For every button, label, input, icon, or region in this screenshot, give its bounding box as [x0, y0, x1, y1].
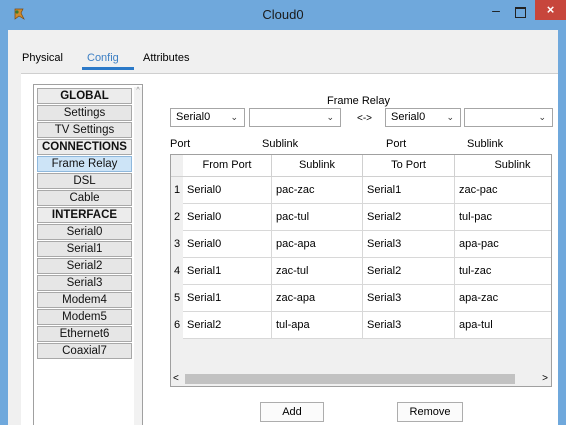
nav-item-modem4[interactable]: Modem4 — [37, 292, 132, 308]
nav-section-header: INTERFACE — [37, 207, 132, 223]
row-number: 3 — [171, 231, 183, 258]
minimize-button[interactable]: – — [485, 3, 507, 21]
nav-section-header: GLOBAL — [37, 88, 132, 104]
add-button[interactable]: Add — [260, 402, 324, 422]
nav-item-serial1[interactable]: Serial1 — [37, 241, 132, 257]
from-port-cell[interactable]: Serial0 — [183, 204, 272, 231]
row-number: 5 — [171, 285, 183, 312]
active-tab-indicator — [82, 67, 134, 70]
to-port-cell[interactable]: Serial2 — [363, 204, 455, 231]
row-number: 2 — [171, 204, 183, 231]
to-port-cell[interactable]: Serial3 — [363, 285, 455, 312]
to-port-cell[interactable]: Serial3 — [363, 312, 455, 339]
sublink-cell[interactable]: pac-apa — [272, 231, 363, 258]
port-a-select[interactable]: Serial0 ⌄ — [170, 108, 245, 127]
port-a-value: Serial0 — [176, 111, 211, 123]
scroll-up-icon[interactable]: ^ — [134, 87, 142, 95]
chevron-down-icon: ⌄ — [230, 112, 238, 122]
from-port-cell[interactable]: Serial1 — [183, 285, 272, 312]
nav-list: GLOBAL Settings TV Settings CONNECTIONS Fram… — [37, 88, 132, 360]
row-number-header — [171, 155, 183, 177]
window-title: Cloud0 — [262, 7, 304, 22]
sublink-cell[interactable]: zac-tul — [272, 258, 363, 285]
column-header[interactable]: From Port — [183, 155, 272, 177]
remove-button[interactable]: Remove — [397, 402, 463, 422]
port-a-label: Port — [170, 138, 191, 150]
tab-attributes[interactable]: Attributes — [143, 52, 189, 64]
nav-item-tv-settings[interactable]: TV Settings — [37, 122, 132, 138]
scroll-right-icon[interactable]: > — [542, 372, 548, 386]
column-header[interactable]: Sublink — [272, 155, 363, 177]
sublink-cell[interactable]: zac-pac — [455, 177, 551, 204]
frame-relay-title: Frame Relay — [327, 95, 390, 107]
nav-item-settings[interactable]: Settings — [37, 105, 132, 121]
table-row[interactable]: 6 Serial2 tul-apa Serial3 apa-tul — [171, 312, 551, 339]
to-port-cell[interactable]: Serial3 — [363, 231, 455, 258]
table-body: 1 Serial0 pac-zac Serial1 zac-pac 2 Serial0 pac… — [171, 177, 551, 339]
horizontal-scrollbar[interactable]: < > — [171, 372, 551, 386]
table-header: From Port Sublink To Port Sublink — [171, 155, 551, 177]
table-row[interactable]: 4 Serial1 zac-tul Serial2 tul-zac — [171, 258, 551, 285]
chevron-down-icon: ⌄ — [326, 112, 334, 122]
nav-item-serial0[interactable]: Serial0 — [37, 224, 132, 240]
nav-item-serial3[interactable]: Serial3 — [37, 275, 132, 291]
window: Cloud0 – × Physical Config Attributes GL… — [0, 0, 566, 425]
to-port-cell[interactable]: Serial2 — [363, 258, 455, 285]
nav-item-modem5[interactable]: Modem5 — [37, 309, 132, 325]
sublink-cell[interactable]: apa-zac — [455, 285, 551, 312]
tab-config[interactable]: Config — [87, 52, 119, 64]
title-bar[interactable]: Cloud0 – × — [0, 0, 566, 30]
nav-item-dsl[interactable]: DSL — [37, 173, 132, 189]
table-row[interactable]: 3 Serial0 pac-apa Serial3 apa-pac — [171, 231, 551, 258]
scroll-thumb[interactable] — [185, 374, 515, 384]
column-header[interactable]: To Port — [363, 155, 455, 177]
sublink-cell[interactable]: tul-apa — [272, 312, 363, 339]
port-b-label: Port — [386, 138, 407, 150]
sublink-cell[interactable]: pac-zac — [272, 177, 363, 204]
link-arrow: <-> — [357, 113, 373, 124]
table-row[interactable]: 5 Serial1 zac-apa Serial3 apa-zac — [171, 285, 551, 312]
sublink-cell[interactable]: tul-zac — [455, 258, 551, 285]
frame-relay-table[interactable]: From Port Sublink To Port Sublink 1 Seria… — [170, 154, 552, 387]
scroll-left-icon[interactable]: < — [173, 372, 179, 386]
sublink-cell[interactable]: apa-tul — [455, 312, 551, 339]
close-button[interactable]: × — [535, 0, 566, 20]
from-port-cell[interactable]: Serial1 — [183, 258, 272, 285]
to-port-cell[interactable]: Serial1 — [363, 177, 455, 204]
nav-item-ethernet6[interactable]: Ethernet6 — [37, 326, 132, 342]
nav-scrollbar[interactable]: ^ — [134, 87, 142, 425]
chevron-down-icon: ⌄ — [446, 112, 454, 122]
dialog-body: Physical Config Attributes GLOBAL Setting… — [8, 30, 558, 425]
nav-section-header: CONNECTIONS — [37, 139, 132, 155]
chevron-down-icon: ⌄ — [538, 112, 546, 122]
from-port-cell[interactable]: Serial0 — [183, 231, 272, 258]
sublink-b-select[interactable]: ⌄ — [464, 108, 553, 127]
column-header[interactable]: Sublink — [455, 155, 551, 177]
tab-physical[interactable]: Physical — [22, 52, 63, 64]
nav-item-serial2[interactable]: Serial2 — [37, 258, 132, 274]
row-number: 1 — [171, 177, 183, 204]
port-b-value: Serial0 — [391, 111, 426, 123]
port-b-select[interactable]: Serial0 ⌄ — [385, 108, 461, 127]
from-port-cell[interactable]: Serial0 — [183, 177, 272, 204]
nav-item-coaxial7[interactable]: Coaxial7 — [37, 343, 132, 359]
from-port-cell[interactable]: Serial2 — [183, 312, 272, 339]
sublink-cell[interactable]: zac-apa — [272, 285, 363, 312]
row-number: 4 — [171, 258, 183, 285]
sublink-cell[interactable]: pac-tul — [272, 204, 363, 231]
sublink-a-select[interactable]: ⌄ — [249, 108, 341, 127]
table-row[interactable]: 2 Serial0 pac-tul Serial2 tul-pac — [171, 204, 551, 231]
table-row[interactable]: 1 Serial0 pac-zac Serial1 zac-pac — [171, 177, 551, 204]
nav-item-frame-relay[interactable]: Frame Relay — [37, 156, 132, 172]
config-nav: GLOBAL Settings TV Settings CONNECTIONS Fram… — [33, 84, 143, 425]
sublink-cell[interactable]: apa-pac — [455, 231, 551, 258]
config-panel: GLOBAL Settings TV Settings CONNECTIONS Fram… — [21, 73, 558, 425]
sublink-b-label: Sublink — [467, 138, 504, 150]
maximize-button[interactable] — [509, 3, 531, 21]
row-number: 6 — [171, 312, 183, 339]
sublink-cell[interactable]: tul-pac — [455, 204, 551, 231]
sublink-a-label: Sublink — [262, 138, 299, 150]
nav-item-cable[interactable]: Cable — [37, 190, 132, 206]
